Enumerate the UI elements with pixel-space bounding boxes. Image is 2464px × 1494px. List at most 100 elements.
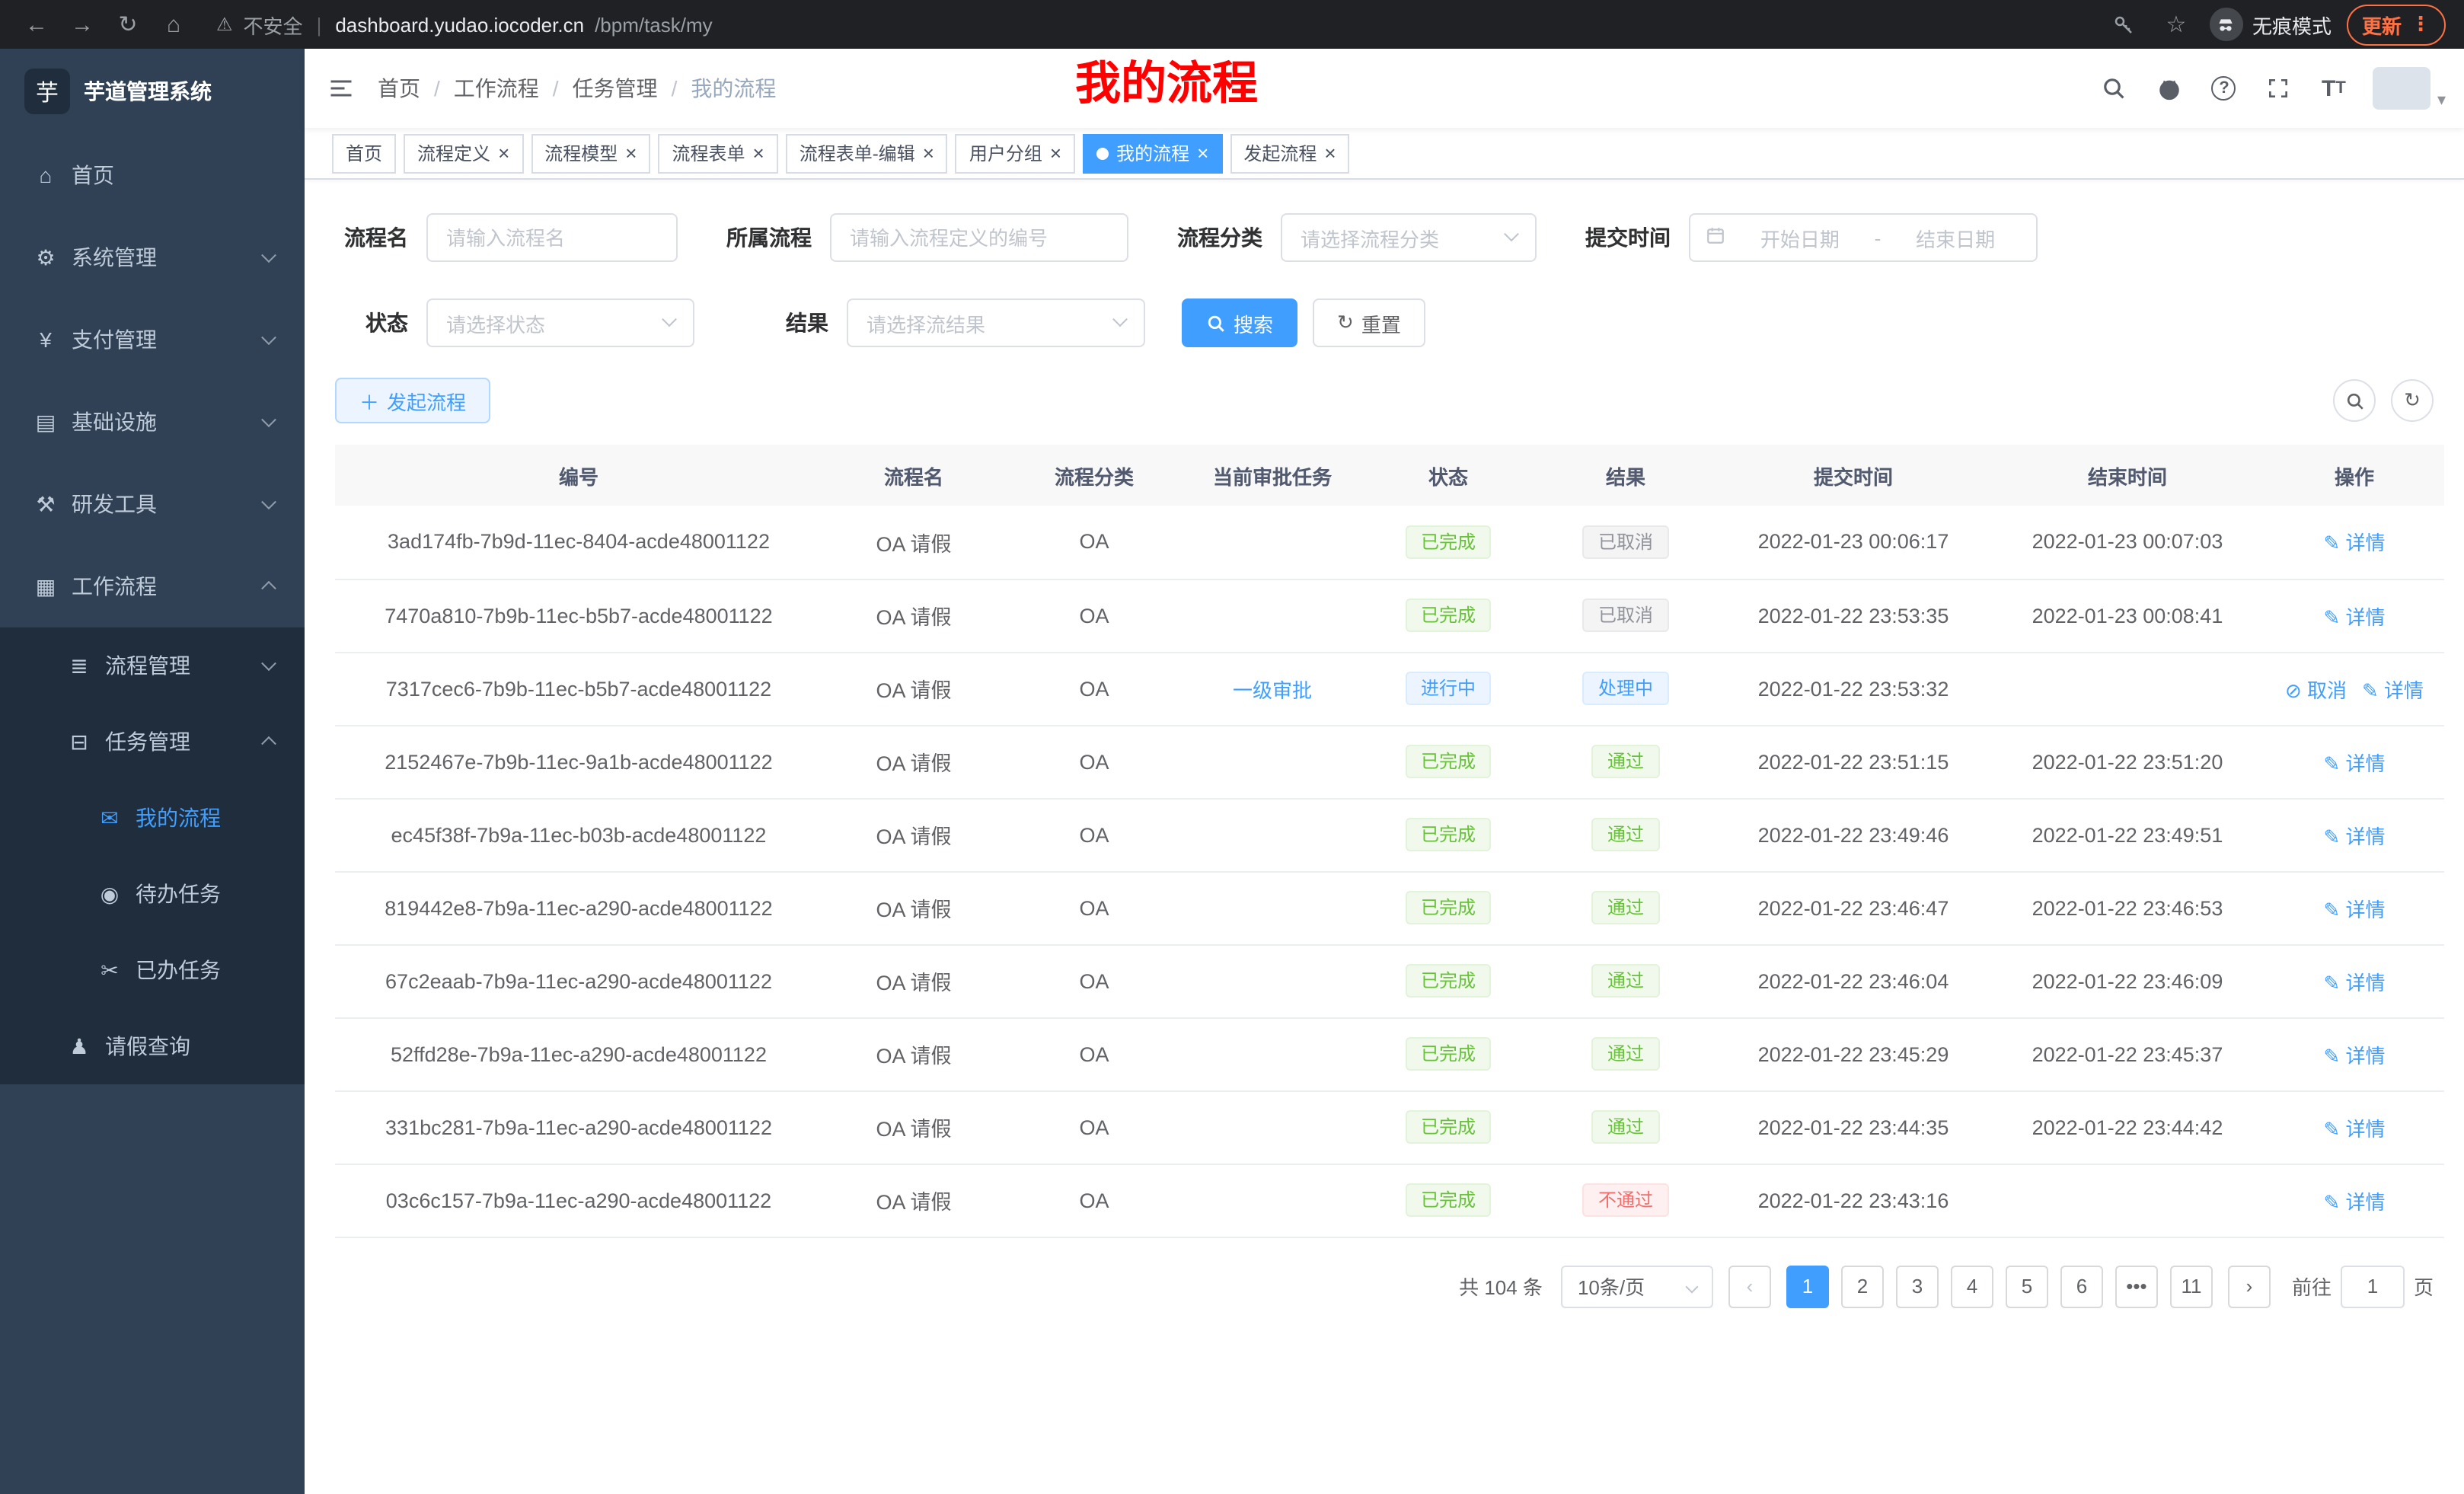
tab-process-model[interactable]: 流程模型 × xyxy=(531,133,650,173)
gear-icon: ⚙ xyxy=(34,244,58,270)
detail-link[interactable]: ✎ 详情 xyxy=(2323,1190,2385,1213)
key-icon[interactable] xyxy=(2106,6,2143,43)
detail-link[interactable]: ✎ 详情 xyxy=(2362,678,2424,701)
update-label: 更新 xyxy=(2362,10,2402,39)
close-icon[interactable]: × xyxy=(1197,143,1208,163)
search-toggle-button[interactable] xyxy=(2333,379,2376,422)
cell-category: OA xyxy=(1005,1164,1183,1237)
tab-process-form-edit[interactable]: 流程表单-编辑× xyxy=(786,133,948,173)
page-title-annotation: 我的流程 xyxy=(1075,59,1258,111)
sidebar-item-process-mgmt[interactable]: ≣流程管理 xyxy=(0,627,305,704)
home-icon[interactable]: ⌂ xyxy=(155,6,192,43)
prev-page-button[interactable]: ‹ xyxy=(1728,1265,1771,1307)
detail-link[interactable]: ✎ 详情 xyxy=(2323,825,2385,848)
cell-status: 已完成 xyxy=(1361,944,1535,1017)
sidebar-item-dev-tools[interactable]: ⚒研发工具 xyxy=(0,463,305,545)
hamburger-icon[interactable] xyxy=(305,49,378,128)
sidebar-item-todo-task[interactable]: ◉待办任务 xyxy=(0,856,305,932)
result-select[interactable]: 请选择流结果 xyxy=(847,298,1145,347)
close-icon[interactable]: × xyxy=(753,143,764,163)
pagination-more-button[interactable]: ••• xyxy=(2115,1265,2158,1307)
process-name-input[interactable] xyxy=(426,213,678,262)
cell-status: 已完成 xyxy=(1361,871,1535,944)
reset-button[interactable]: ↻ 重置 xyxy=(1313,298,1425,347)
next-page-button[interactable]: › xyxy=(2228,1265,2271,1307)
chat-icon: ✉ xyxy=(97,805,122,831)
update-button[interactable]: 更新 ⋮ xyxy=(2347,4,2446,45)
category-select[interactable]: 请选择流程分类 xyxy=(1281,213,1537,262)
cell-category: OA xyxy=(1005,871,1183,944)
create-process-button[interactable]: ＋ 发起流程 xyxy=(335,378,490,423)
avatar-caret-icon[interactable]: ▾ xyxy=(2437,90,2446,110)
breadcrumb-item-task-mgmt[interactable]: 任务管理 xyxy=(573,73,658,104)
tab-process-definition[interactable]: 流程定义× xyxy=(404,133,523,173)
page-button-1[interactable]: 1 xyxy=(1786,1265,1829,1307)
status-select[interactable]: 请选择状态 xyxy=(426,298,694,347)
back-icon[interactable]: ← xyxy=(18,6,55,43)
close-icon[interactable]: × xyxy=(498,143,509,163)
page-button-4[interactable]: 4 xyxy=(1951,1265,1993,1307)
detail-link[interactable]: ✎ 详情 xyxy=(2323,752,2385,774)
page-button-6[interactable]: 6 xyxy=(2060,1265,2103,1307)
task-icon: ⊟ xyxy=(67,729,91,755)
tab-label: 流程模型 xyxy=(544,140,618,166)
avatar[interactable] xyxy=(2373,67,2431,110)
current-task-link[interactable]: 一级审批 xyxy=(1233,678,1312,701)
chevron-down-icon xyxy=(1504,225,1519,241)
forward-icon[interactable]: → xyxy=(64,6,101,43)
sidebar-item-done-task[interactable]: ✂已办任务 xyxy=(0,932,305,1008)
sidebar-item-infrastructure[interactable]: ▤基础设施 xyxy=(0,381,305,463)
page-button-3[interactable]: 3 xyxy=(1896,1265,1939,1307)
filter-status: 状态 请选择状态 xyxy=(335,298,694,347)
sidebar-item-leave-query[interactable]: ♟请假查询 xyxy=(0,1008,305,1084)
reload-icon[interactable]: ↻ xyxy=(110,6,146,43)
detail-link[interactable]: ✎ 详情 xyxy=(2323,898,2385,921)
logo[interactable]: 芋 芋道管理系统 xyxy=(0,49,305,134)
help-icon[interactable]: ? xyxy=(2200,64,2249,113)
detail-link[interactable]: ✎ 详情 xyxy=(2323,971,2385,994)
goto-page-input[interactable] xyxy=(2341,1265,2405,1307)
close-icon[interactable]: × xyxy=(1324,143,1336,163)
close-icon[interactable]: × xyxy=(1050,143,1061,163)
sidebar-item-task-mgmt[interactable]: ⊟任务管理 xyxy=(0,704,305,780)
date-range-picker[interactable]: 开始日期 - 结束日期 xyxy=(1689,213,2038,262)
sidebar-item-workflow[interactable]: ▦工作流程 xyxy=(0,545,305,627)
detail-link[interactable]: ✎ 详情 xyxy=(2323,605,2385,628)
tab-my-process[interactable]: 我的流程× xyxy=(1083,133,1222,173)
search-icon[interactable] xyxy=(2090,64,2139,113)
page-button-5[interactable]: 5 xyxy=(2006,1265,2048,1307)
cell-current-task xyxy=(1183,506,1361,579)
sidebar-item-home[interactable]: ⌂首页 xyxy=(0,134,305,216)
github-icon[interactable] xyxy=(2145,64,2194,113)
sidebar-item-my-process[interactable]: ✉我的流程 xyxy=(0,780,305,856)
close-icon[interactable]: × xyxy=(625,143,637,163)
browser-menu-icon[interactable]: ⋮ xyxy=(2411,12,2430,37)
detail-link[interactable]: ✎ 详情 xyxy=(2323,1044,2385,1067)
fullscreen-icon[interactable] xyxy=(2255,64,2303,113)
cancel-link[interactable]: ⊘ 取消 xyxy=(2285,678,2347,701)
address-bar[interactable]: ⚠ 不安全 | dashboard.yudao.iocoder.cn/bpm/t… xyxy=(216,10,2097,39)
sidebar-item-payment-mgmt[interactable]: ¥支付管理 xyxy=(0,298,305,381)
breadcrumb-item-home[interactable]: 首页 xyxy=(378,73,420,104)
bookmark-star-icon[interactable]: ☆ xyxy=(2158,6,2194,43)
breadcrumb-item-workflow[interactable]: 工作流程 xyxy=(454,73,539,104)
cell-result: 通过 xyxy=(1535,1017,1716,1090)
sidebar-item-system-mgmt[interactable]: ⚙系统管理 xyxy=(0,216,305,298)
close-icon[interactable]: × xyxy=(923,143,934,163)
page-button-11[interactable]: 11 xyxy=(2170,1265,2213,1307)
cell-end-time: 2022-01-22 23:44:42 xyxy=(1990,1090,2265,1164)
process-def-input[interactable] xyxy=(830,213,1128,262)
tab-start-process[interactable]: 发起流程× xyxy=(1230,133,1349,173)
detail-link[interactable]: ✎ 详情 xyxy=(2323,532,2385,555)
page-size-select[interactable]: 10条/页 xyxy=(1561,1265,1713,1307)
search-button[interactable]: 搜索 xyxy=(1182,298,1297,347)
tab-user-group[interactable]: 用户分组× xyxy=(956,133,1075,173)
font-size-icon[interactable]: TT xyxy=(2309,64,2358,113)
detail-link[interactable]: ✎ 详情 xyxy=(2323,1117,2385,1140)
cell-actions: ✎ 详情 xyxy=(2265,1164,2444,1237)
page-button-2[interactable]: 2 xyxy=(1841,1265,1884,1307)
cell-current-task xyxy=(1183,725,1361,798)
refresh-button[interactable]: ↻ xyxy=(2391,379,2434,422)
tab-process-form[interactable]: 流程表单× xyxy=(658,133,777,173)
tab-home[interactable]: 首页 xyxy=(332,133,396,173)
